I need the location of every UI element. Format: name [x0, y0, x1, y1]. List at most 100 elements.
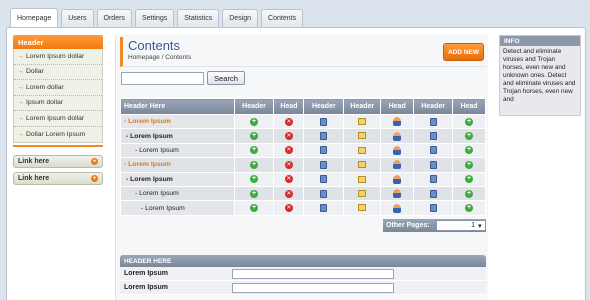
tab-homepage[interactable]: Homepage: [10, 8, 59, 27]
user-icon[interactable]: [393, 131, 402, 141]
action-cell: ✕: [273, 185, 305, 202]
plus-icon[interactable]: +: [250, 175, 259, 184]
delete-icon[interactable]: ✕: [284, 117, 293, 126]
table-row[interactable]: - Lorem Ipsum + ✕ +: [120, 128, 486, 144]
text-field[interactable]: [232, 268, 394, 279]
action-cell: [303, 200, 345, 216]
plus-icon[interactable]: +: [465, 132, 474, 141]
delete-icon[interactable]: ✕: [284, 204, 293, 213]
sidebar-item[interactable]: → Dollar: [14, 65, 102, 80]
note-icon[interactable]: [358, 118, 367, 126]
user-icon[interactable]: [393, 174, 402, 184]
user-icon[interactable]: [393, 145, 402, 155]
row-name[interactable]: - Lorem Ipsum: [120, 142, 235, 159]
note-icon[interactable]: [358, 146, 367, 154]
note-icon[interactable]: [358, 175, 367, 183]
plus-icon[interactable]: +: [465, 204, 474, 213]
document-icon[interactable]: [320, 175, 328, 184]
table-row[interactable]: - Lorem Ipsum + ✕ +: [120, 157, 486, 173]
column-header[interactable]: Head: [380, 98, 415, 115]
sidebar-link[interactable]: Link here ●: [13, 155, 103, 168]
plus-icon[interactable]: +: [250, 189, 259, 198]
table-row[interactable]: - Lorem Ipsum + ✕ +: [120, 200, 486, 216]
search-button[interactable]: Search: [207, 71, 245, 85]
plus-icon[interactable]: +: [250, 160, 259, 169]
document-icon[interactable]: [320, 117, 328, 126]
document-icon[interactable]: [320, 132, 328, 141]
plus-icon[interactable]: +: [465, 146, 474, 155]
info-header: INFO: [500, 36, 580, 46]
document-icon[interactable]: [429, 146, 437, 155]
delete-icon[interactable]: ✕: [284, 132, 293, 141]
delete-icon[interactable]: ✕: [284, 146, 293, 155]
column-header[interactable]: Head: [273, 98, 305, 115]
action-cell: +: [452, 128, 486, 144]
row-name[interactable]: - Lorem Ipsum: [120, 113, 235, 130]
note-icon[interactable]: [358, 204, 367, 212]
table-row[interactable]: - Lorem Ipsum + ✕ +: [120, 142, 486, 159]
document-icon[interactable]: [320, 204, 328, 213]
table-row[interactable]: - Lorem Ipsum + ✕ +: [120, 113, 486, 130]
note-icon[interactable]: [358, 132, 367, 140]
tab-design[interactable]: Design: [222, 9, 259, 27]
row-name[interactable]: - Lorem Ipsum: [120, 171, 235, 187]
plus-icon[interactable]: +: [465, 175, 474, 184]
row-name[interactable]: - Lorem Ipsum: [120, 128, 235, 144]
sidebar-item[interactable]: → Lorem Ipsum dollar: [14, 111, 102, 127]
add-new-button[interactable]: ADD NEW: [443, 43, 484, 61]
sidebar-item[interactable]: → Lorem dollar: [14, 80, 102, 96]
delete-icon[interactable]: ✕: [284, 160, 293, 169]
action-cell: +: [233, 171, 275, 187]
plus-icon[interactable]: +: [250, 117, 259, 126]
tab-settings[interactable]: Settings: [134, 9, 175, 27]
document-icon[interactable]: [429, 160, 437, 169]
table-row[interactable]: - Lorem Ipsum + ✕ +: [120, 171, 486, 187]
document-icon[interactable]: [320, 189, 328, 198]
sidebar-item[interactable]: → Lorem Ipsum dollar: [14, 49, 102, 65]
user-icon[interactable]: [393, 160, 402, 170]
plus-icon[interactable]: +: [250, 132, 259, 141]
column-header[interactable]: Header: [303, 98, 345, 115]
search-input[interactable]: [121, 72, 204, 85]
user-icon[interactable]: [393, 117, 402, 127]
plus-icon[interactable]: +: [465, 160, 474, 169]
tab-contents[interactable]: Contents: [261, 9, 304, 27]
column-header[interactable]: Head: [452, 98, 486, 115]
page-select[interactable]: 1 ▾: [435, 220, 486, 231]
sidebar-link[interactable]: Link here ●: [13, 172, 103, 185]
user-icon[interactable]: [393, 189, 402, 199]
tab-orders[interactable]: Orders: [96, 9, 132, 27]
note-icon[interactable]: [358, 161, 367, 169]
column-header[interactable]: Header: [413, 98, 454, 115]
user-icon[interactable]: [393, 203, 402, 213]
plus-icon[interactable]: +: [465, 117, 474, 126]
delete-icon[interactable]: ✕: [284, 189, 293, 198]
plus-icon[interactable]: +: [250, 204, 259, 213]
action-cell: +: [233, 157, 275, 173]
document-icon[interactable]: [429, 175, 437, 184]
row-name[interactable]: - Lorem Ipsum: [120, 157, 235, 173]
document-icon[interactable]: [429, 117, 437, 126]
table-row[interactable]: - Lorem Ipsum + ✕ +: [120, 185, 486, 202]
delete-icon[interactable]: ✕: [284, 175, 293, 184]
row-name[interactable]: - Lorem Ipsum: [120, 200, 235, 216]
text-field[interactable]: [232, 282, 394, 293]
action-cell: [380, 142, 415, 159]
tab-users[interactable]: Users: [61, 9, 94, 27]
row-name[interactable]: - Lorem Ipsum: [120, 185, 235, 202]
action-cell: +: [233, 113, 275, 130]
document-icon[interactable]: [320, 160, 328, 169]
document-icon[interactable]: [320, 146, 328, 155]
sidebar-item[interactable]: → Ipsum dollar: [14, 96, 102, 111]
tab-statistics[interactable]: Statistics: [177, 9, 220, 27]
document-icon[interactable]: [429, 132, 437, 141]
column-header[interactable]: Header: [343, 98, 382, 115]
document-icon[interactable]: [429, 204, 437, 213]
plus-icon[interactable]: +: [250, 146, 259, 155]
plus-icon[interactable]: +: [465, 189, 474, 198]
note-icon[interactable]: [358, 190, 367, 197]
document-icon[interactable]: [429, 189, 437, 198]
column-header[interactable]: Header Here: [120, 98, 235, 115]
column-header[interactable]: Header: [233, 98, 275, 115]
sidebar-item[interactable]: → Dollar Lorem Ipsum: [14, 127, 102, 143]
